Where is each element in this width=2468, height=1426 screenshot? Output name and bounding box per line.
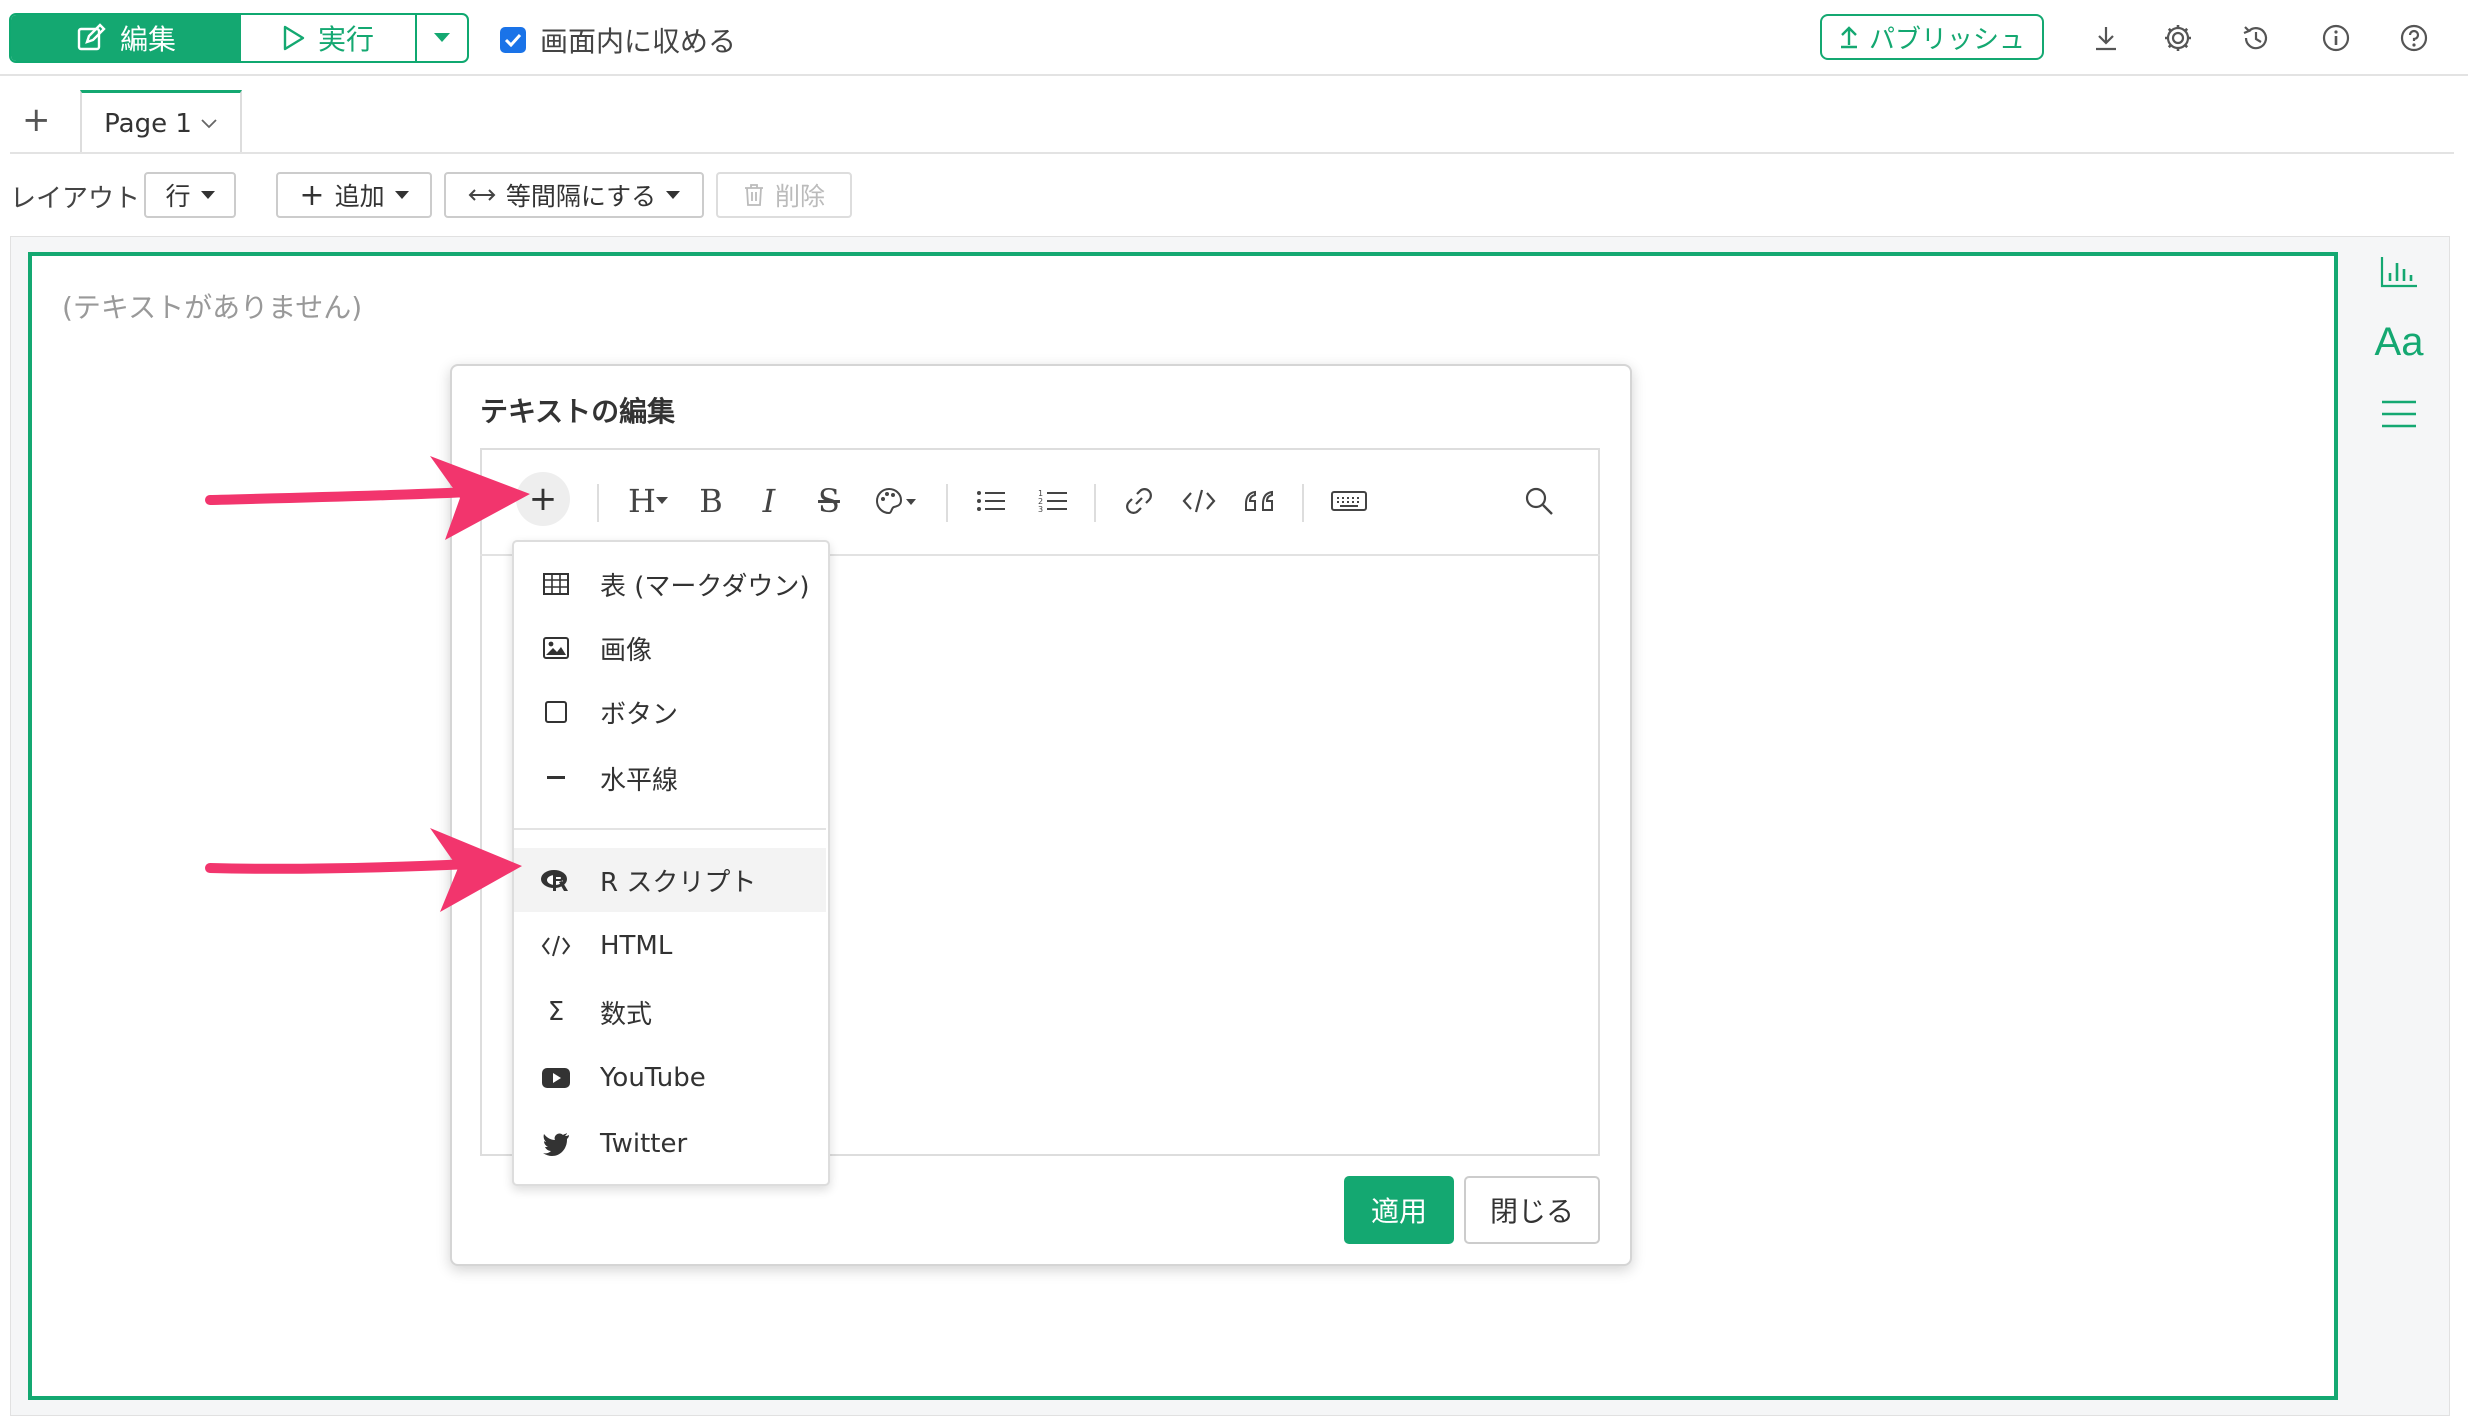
menu-item-label: ボタン: [600, 699, 679, 730]
toolbar-separator: [1094, 484, 1096, 522]
run-options-dropdown[interactable]: [417, 15, 467, 61]
table-icon: [526, 573, 586, 595]
equal-spacing-button[interactable]: 等間隔にする: [444, 172, 704, 218]
bullet-list-icon[interactable]: [968, 478, 1014, 524]
menu-item-label: 画像: [600, 635, 653, 666]
image-icon: [526, 637, 586, 659]
menu-item-label: Twitter: [600, 1129, 688, 1159]
toolbar-separator: [597, 484, 599, 522]
plus-icon: +: [22, 100, 51, 140]
play-icon: [282, 24, 306, 52]
chevron-down-icon: [200, 118, 218, 130]
mode-toggle-group: 編集 実行: [9, 13, 469, 63]
keyboard-icon[interactable]: [1324, 478, 1374, 524]
horizontal-rule-icon: [526, 776, 586, 780]
add-page-button[interactable]: +: [22, 100, 51, 140]
edit-icon: [76, 23, 106, 53]
button-icon: [526, 701, 586, 723]
caret-down-icon: [434, 33, 450, 43]
fit-to-screen-label: 画面内に収める: [540, 25, 737, 58]
menu-item-html[interactable]: HTML: [514, 914, 826, 978]
youtube-icon: [526, 1068, 586, 1088]
run-mode-label: 実行: [317, 23, 374, 56]
menu-item-math[interactable]: Σ 数式: [514, 980, 826, 1044]
sigma-icon: Σ: [547, 997, 565, 1027]
caret-down-icon: [666, 191, 681, 199]
search-icon[interactable]: [1516, 478, 1562, 524]
publish-button[interactable]: パブリッシュ: [1820, 14, 2044, 60]
code-icon: [526, 934, 586, 958]
run-mode-button[interactable]: 実行: [241, 15, 417, 61]
menu-divider: [514, 828, 826, 830]
code-icon[interactable]: [1176, 478, 1222, 524]
menu-item-horizontal-rule[interactable]: 水平線: [514, 746, 826, 810]
toolbar-divider: [0, 74, 2468, 76]
svg-text:3: 3: [1038, 505, 1043, 514]
layout-value: 行: [165, 182, 191, 211]
empty-text-placeholder: (テキストがありません): [62, 291, 363, 324]
tab-label: Page 1: [104, 108, 192, 139]
fit-to-screen-option[interactable]: 画面内に収める: [500, 20, 736, 60]
menu-item-label: 数式: [600, 999, 653, 1030]
tab-page-1[interactable]: Page 1: [80, 90, 242, 154]
numbered-list-icon[interactable]: 123: [1030, 478, 1076, 524]
menu-item-youtube[interactable]: YouTube: [514, 1046, 826, 1110]
strikethrough-icon[interactable]: S: [806, 478, 852, 524]
menu-item-twitter[interactable]: Twitter: [514, 1112, 826, 1176]
info-icon[interactable]: [2318, 20, 2354, 56]
quote-icon[interactable]: [1236, 478, 1282, 524]
layout-label: レイアウト: [10, 184, 141, 214]
italic-icon[interactable]: I: [746, 478, 792, 524]
history-icon[interactable]: [2238, 20, 2274, 56]
menu-item-r-script[interactable]: R スクリプト: [514, 848, 826, 912]
caret-down-icon: [200, 191, 215, 199]
r-logo-icon: [526, 868, 586, 892]
layout-select[interactable]: 行: [144, 172, 236, 218]
heading-icon[interactable]: H: [620, 478, 676, 524]
help-icon[interactable]: [2396, 20, 2432, 56]
plus-icon: +: [299, 177, 325, 213]
menu-item-table[interactable]: 表 (マークダウン): [514, 552, 826, 616]
link-icon[interactable]: [1116, 478, 1162, 524]
delete-label: 削除: [774, 182, 825, 211]
toolbar-separator: [946, 484, 948, 522]
toolbar-separator: [1302, 484, 1304, 522]
menu-item-label: HTML: [600, 931, 673, 961]
caret-down-icon: [394, 191, 409, 199]
download-icon[interactable]: [2088, 20, 2124, 56]
add-button[interactable]: + 追加: [276, 172, 432, 218]
menu-item-label: 水平線: [600, 765, 679, 796]
apply-button[interactable]: 適用: [1344, 1176, 1454, 1244]
tab-divider: [10, 152, 2454, 154]
menu-icon[interactable]: [2372, 394, 2426, 434]
trash-icon: [743, 183, 765, 207]
menu-item-label: 表 (マークダウン): [600, 571, 810, 602]
add-label: 追加: [334, 182, 385, 211]
upload-icon: [1839, 25, 1859, 49]
menu-item-button[interactable]: ボタン: [514, 680, 826, 744]
twitter-icon: [526, 1132, 586, 1156]
palette-icon[interactable]: [868, 478, 924, 524]
edit-mode-label: 編集: [119, 23, 176, 56]
edit-mode-button[interactable]: 編集: [11, 15, 241, 61]
annotation-arrow-r-script: [205, 828, 522, 912]
gear-icon[interactable]: [2160, 20, 2196, 56]
menu-item-image[interactable]: 画像: [514, 616, 826, 680]
bar-chart-icon[interactable]: [2372, 252, 2426, 292]
text-style-icon[interactable]: Aa: [2372, 318, 2426, 366]
horizontal-arrows-icon: [468, 188, 496, 202]
close-button[interactable]: 閉じる: [1464, 1176, 1600, 1244]
dialog-title: テキストの編集: [480, 395, 676, 428]
delete-button[interactable]: 削除: [716, 172, 852, 218]
fit-to-screen-checkbox[interactable]: [500, 27, 526, 53]
publish-label: パブリッシュ: [1868, 24, 2025, 55]
menu-item-label: R スクリプト: [600, 867, 757, 898]
menu-item-label: YouTube: [600, 1063, 706, 1093]
equal-spacing-label: 等間隔にする: [505, 182, 657, 211]
annotation-arrow-plus: [205, 456, 530, 540]
bold-icon[interactable]: B: [688, 478, 734, 524]
